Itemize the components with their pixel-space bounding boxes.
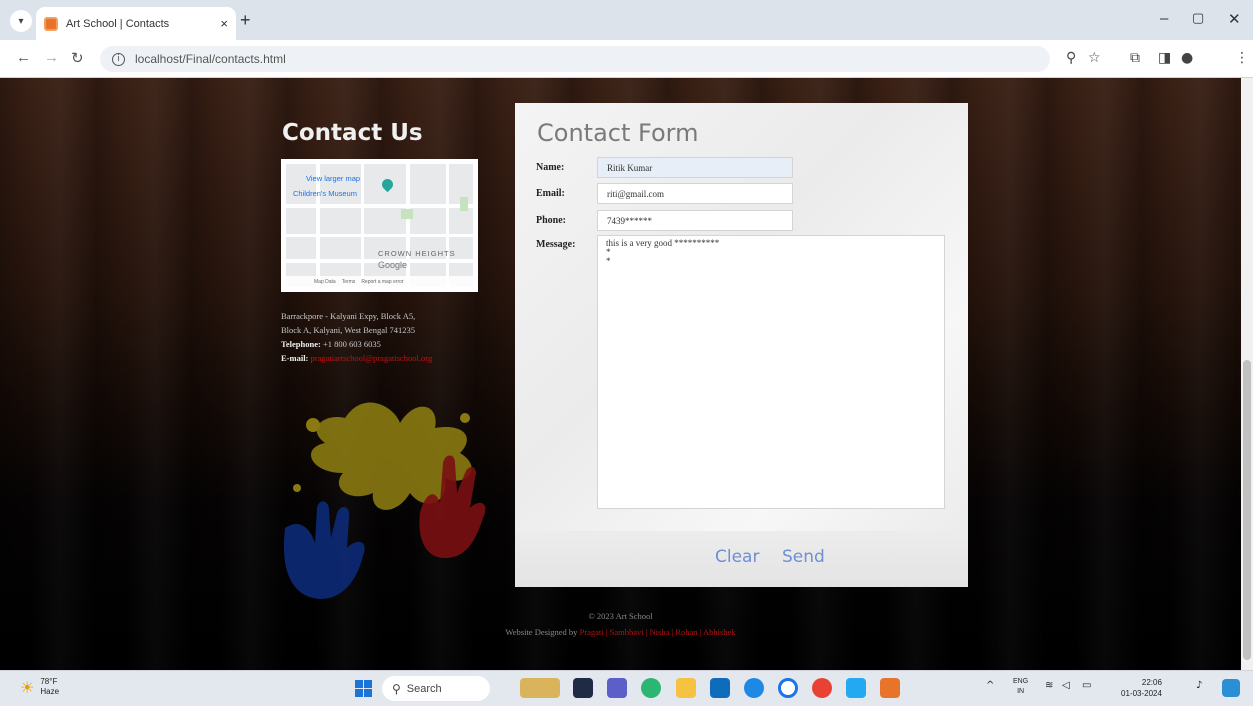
map-pin-icon xyxy=(379,176,396,193)
file-explorer-icon[interactable] xyxy=(676,678,696,698)
browser-tab-bar: ▾ Art School | Contacts × + – ▢ ✕ xyxy=(0,0,1253,40)
address-line-2: Block A, Kalyani, West Bengal 741235 xyxy=(281,325,415,335)
windows-start-icon[interactable] xyxy=(355,680,372,697)
address-line-1: Barrackpore - Kalyani Expy, Block A5, xyxy=(281,311,416,321)
site-info-icon[interactable]: i xyxy=(112,52,125,66)
email-field[interactable] xyxy=(597,183,793,204)
weather-haze-icon: ☀ xyxy=(20,677,35,697)
widget-app-icon[interactable] xyxy=(520,678,560,698)
chrome-icon[interactable] xyxy=(812,678,832,698)
telephone-label: Telephone: xyxy=(281,339,321,349)
tab-title: Art School | Contacts xyxy=(66,17,170,30)
taskbar: ☀ 78°F Haze ⚲ Search ^ ENG IN ≋ ◁ ▭ 22:0… xyxy=(0,670,1253,706)
system-clock[interactable]: 22:06 01-03-2024 xyxy=(1121,677,1162,699)
map-label-area: CROWN HEIGHTS xyxy=(378,249,456,258)
weather-temp: 78°F xyxy=(40,677,58,686)
send-button[interactable]: Send xyxy=(782,547,825,567)
reload-icon[interactable]: ↻ xyxy=(71,49,84,67)
tab-list-icon[interactable]: ▾ xyxy=(10,10,32,32)
forward-icon[interactable]: → xyxy=(44,49,59,66)
chrome-dev-icon[interactable] xyxy=(778,678,798,698)
paint-splash-illustration xyxy=(283,402,486,599)
extensions-icon[interactable]: ⧉ xyxy=(1130,50,1140,66)
search-icon: ⚲ xyxy=(392,681,401,696)
side-panel-icon[interactable]: ◨ xyxy=(1158,50,1171,66)
map-footer: Map Data Terms Report a map error xyxy=(286,276,473,287)
clear-button[interactable]: Clear xyxy=(715,547,759,567)
language-top: ENG xyxy=(1013,678,1029,685)
address-block: Barrackpore - Kalyani Expy, Block A5, Bl… xyxy=(281,309,496,365)
weather-condition: Haze xyxy=(40,687,60,696)
tab-close-icon[interactable]: × xyxy=(220,16,228,31)
designer-names[interactable]: Pragati | Sambhavi | Nisha | Rohan | Abh… xyxy=(580,627,736,637)
name-field[interactable] xyxy=(597,157,793,178)
google-logo: Google xyxy=(378,260,408,270)
task-view-icon[interactable] xyxy=(573,678,593,698)
map-data-link[interactable]: Map Data xyxy=(314,279,336,285)
email-link[interactable]: pragatiartschool@pragatischool.org xyxy=(311,353,433,363)
copyright-text: © 2023 Art School xyxy=(588,611,653,621)
designed-by-label: Website Designed by xyxy=(505,627,578,637)
scrollbar-thumb[interactable] xyxy=(1243,360,1251,660)
language-indicator[interactable]: ENG IN xyxy=(1013,677,1028,697)
message-field[interactable]: this is a very good ********** * * xyxy=(597,235,945,509)
map-label-museum: Children's Museum xyxy=(293,189,357,198)
contact-form-heading: Contact Form xyxy=(537,119,699,147)
vscode-icon[interactable] xyxy=(846,678,866,698)
back-icon[interactable]: ← xyxy=(16,49,31,66)
email-label: E-mail: xyxy=(281,353,309,363)
name-label: Name: xyxy=(536,162,565,173)
copilot-tray-icon[interactable] xyxy=(1222,679,1240,697)
xampp-icon[interactable] xyxy=(880,678,900,698)
battery-icon[interactable]: ▭ xyxy=(1082,680,1091,691)
new-tab-icon[interactable]: + xyxy=(240,11,251,29)
url-input[interactable]: i localhost/Final/contacts.html xyxy=(100,46,1050,72)
site-favicon-icon xyxy=(44,16,58,31)
view-larger-map-link[interactable]: View larger map xyxy=(306,174,360,183)
designer-credits: Website Designed by Pragati | Sambhavi |… xyxy=(0,627,1241,637)
taskbar-search-label: Search xyxy=(406,682,442,695)
email-label-form: Email: xyxy=(536,188,565,199)
browser-tab[interactable]: Art School | Contacts × xyxy=(36,7,236,40)
close-window-icon[interactable]: ✕ xyxy=(1228,10,1241,28)
address-bar: ← → ↻ i localhost/Final/contacts.html ⚲ … xyxy=(0,40,1253,78)
telephone-value: +1 800 603 6035 xyxy=(322,339,381,349)
clock-date: 01-03-2024 xyxy=(1121,689,1162,698)
clock-time: 22:06 xyxy=(1141,678,1162,687)
phone-label: Phone: xyxy=(536,215,566,226)
minimize-icon[interactable]: – xyxy=(1160,10,1168,27)
tray-overflow-icon[interactable]: ^ xyxy=(986,680,994,691)
mail-icon[interactable] xyxy=(710,678,730,698)
message-label: Message: xyxy=(536,239,576,250)
copilot-icon[interactable] xyxy=(641,678,661,698)
profile-icon[interactable]: ● xyxy=(1181,50,1193,66)
zoom-icon[interactable]: ⚲ xyxy=(1066,50,1076,66)
edge-icon[interactable] xyxy=(744,678,764,698)
weather-widget[interactable]: ☀ 78°F Haze xyxy=(20,677,59,697)
phone-field[interactable] xyxy=(597,210,793,231)
language-bottom: IN xyxy=(1017,688,1025,695)
bookmark-star-icon[interactable]: ☆ xyxy=(1088,50,1101,66)
restore-icon[interactable]: ▢ xyxy=(1192,10,1204,26)
map-terms-link[interactable]: Terms xyxy=(342,279,356,285)
menu-icon[interactable]: ⋮ xyxy=(1235,50,1249,66)
embedded-map[interactable]: View larger map Children's Museum CROWN … xyxy=(281,159,478,292)
map-report-link[interactable]: Report a map error xyxy=(361,279,403,285)
taskbar-search[interactable]: ⚲ Search xyxy=(382,676,490,701)
teams-icon[interactable] xyxy=(607,678,627,698)
notification-bell-icon[interactable]: ♪ xyxy=(1196,680,1202,691)
url-text: localhost/Final/contacts.html xyxy=(135,52,286,66)
form-button-bar: Clear Send xyxy=(515,531,968,587)
volume-icon[interactable]: ◁ xyxy=(1062,680,1070,691)
contact-us-heading: Contact Us xyxy=(282,120,423,146)
wifi-icon[interactable]: ≋ xyxy=(1045,680,1053,691)
contact-form: Contact Form Name: Email: Phone: Message… xyxy=(515,103,968,587)
page-content: Contact Us View larger map Children's Mu… xyxy=(0,78,1241,670)
